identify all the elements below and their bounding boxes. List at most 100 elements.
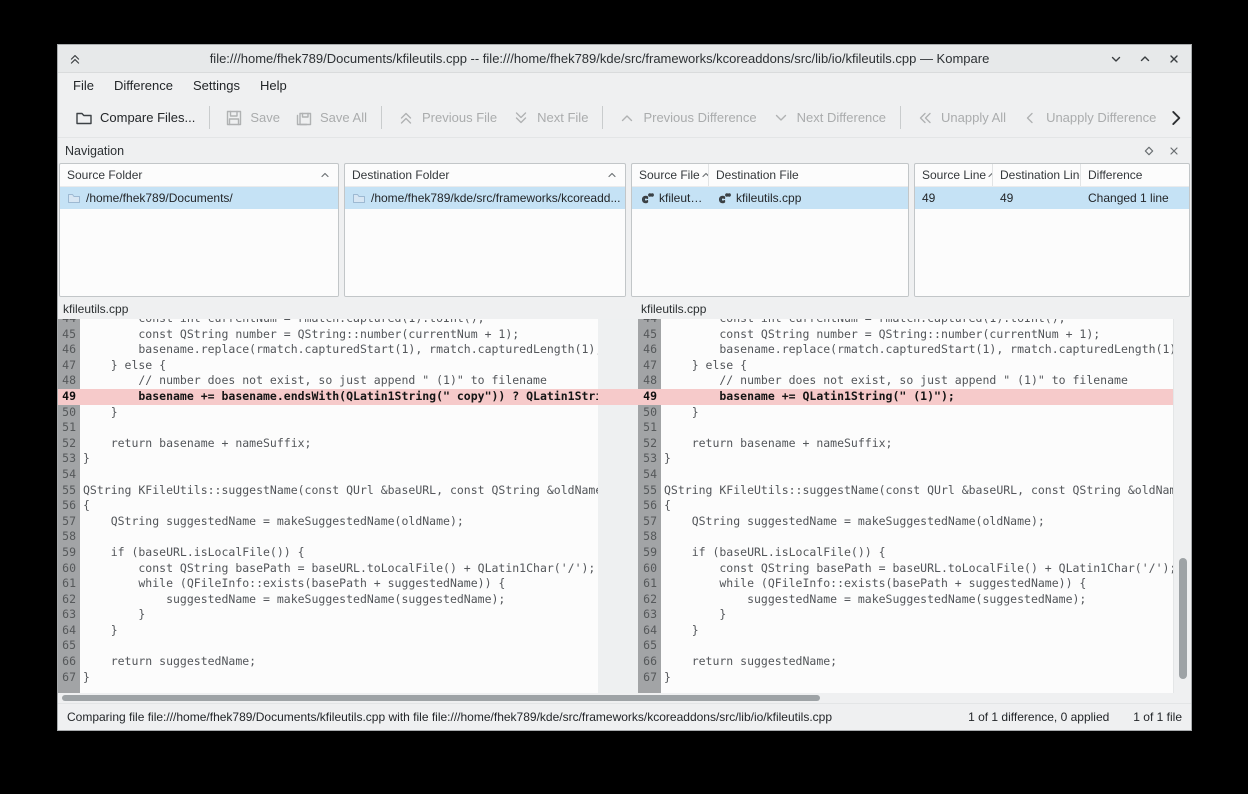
line-number: 62 <box>638 592 661 608</box>
code-text: } <box>661 623 699 639</box>
code-line-left-47: 47 } else { <box>58 358 598 374</box>
sort-ascending-icon <box>319 169 331 181</box>
code-line-right-56: 56{ <box>638 498 1173 514</box>
destination-line-value: 49 <box>1000 191 1013 205</box>
previous-difference-button[interactable]: Previous Difference <box>610 103 763 133</box>
code-text <box>661 420 664 436</box>
unapply-difference-label: Unapply Difference <box>1046 110 1156 125</box>
source-folder-header[interactable]: Source Folder <box>60 164 338 186</box>
titlebar[interactable]: file:///home/fhek789/Documents/kfileutil… <box>58 45 1191 73</box>
line-number: 52 <box>638 436 661 452</box>
line-number: 52 <box>58 436 80 452</box>
line-number: 48 <box>58 373 80 389</box>
list-empty-area <box>632 209 908 296</box>
code-line-right-45: 45 const QString number = QString::numbe… <box>638 327 1173 343</box>
close-button[interactable] <box>1166 51 1182 67</box>
save-button[interactable]: Save <box>217 103 287 133</box>
source-file-header[interactable]: Source File <box>632 164 709 186</box>
code-text: // number does not exist, so just append… <box>80 373 547 389</box>
toolbar-overflow-button[interactable] <box>1163 103 1189 133</box>
code-line-right-67: 67} <box>638 670 1173 686</box>
code-line-right-62: 62 suggestedName = makeSuggestedName(sug… <box>638 592 1173 608</box>
code-text: } <box>661 451 671 467</box>
source-line-header[interactable]: Source Line <box>915 164 993 186</box>
toolbar: Compare Files... Save Save All Pr <box>58 98 1191 138</box>
destination-file-header[interactable]: Destination File <box>709 164 908 186</box>
next-file-button[interactable]: Next File <box>504 103 595 133</box>
line-number: 63 <box>58 607 80 623</box>
destination-folder-value: /home/fhek789/kde/src/frameworks/kcoread… <box>371 191 620 205</box>
maximize-button[interactable] <box>1137 51 1153 67</box>
navigation-panel: Source Folder /home/fhek789/Documents/ <box>58 163 1191 297</box>
code-line-right-66: 66 return suggestedName; <box>638 654 1173 670</box>
line-number: 67 <box>638 670 661 686</box>
line-number: 65 <box>58 638 80 654</box>
kompare-window: file:///home/fhek789/Documents/kfileutil… <box>57 44 1192 731</box>
destination-line-header[interactable]: Destination Line <box>993 164 1081 186</box>
previous-file-button[interactable]: Previous File <box>389 103 504 133</box>
difference-header[interactable]: Difference <box>1081 164 1189 186</box>
float-panel-icon[interactable] <box>1142 144 1156 158</box>
line-number: 67 <box>58 670 80 686</box>
code-text: } <box>80 607 145 623</box>
code-line-right-50: 50 } <box>638 405 1173 421</box>
compare-files-button[interactable]: Compare Files... <box>67 103 202 133</box>
unapply-all-button[interactable]: Unapply All <box>908 103 1013 133</box>
vertical-scrollbar[interactable] <box>1173 319 1191 693</box>
menu-settings[interactable]: Settings <box>183 76 250 95</box>
line-number: 63 <box>638 607 661 623</box>
save-all-icon <box>294 108 314 128</box>
svg-text:c: c <box>642 193 649 206</box>
code-line-left-55: 55QString KFileUtils::suggestName(const … <box>58 483 598 499</box>
toolbar-separator <box>381 106 382 129</box>
unapply-difference-button[interactable]: Unapply Difference <box>1013 103 1163 133</box>
code-text: } <box>80 451 90 467</box>
code-text <box>661 467 664 483</box>
line-number: 56 <box>58 498 80 514</box>
sort-ascending-icon <box>606 169 618 181</box>
source-folder-row[interactable]: /home/fhek789/Documents/ <box>60 187 338 209</box>
line-number: 54 <box>638 467 661 483</box>
file-row[interactable]: c kfileutils.c... c kfileutils.cpp <box>632 187 908 209</box>
save-all-button[interactable]: Save All <box>287 103 374 133</box>
code-line-right-46: 46 basename.replace(rmatch.capturedStart… <box>638 342 1173 358</box>
statusbar: Comparing file file:///home/fhek789/Docu… <box>58 703 1191 730</box>
line-number: 66 <box>58 654 80 670</box>
line-number: 65 <box>638 638 661 654</box>
code-line-right-49[interactable]: 49 basename += QLatin1String(" (1)"); <box>638 389 1173 405</box>
menu-help[interactable]: Help <box>250 76 297 95</box>
code-line-right-64: 64 } <box>638 623 1173 639</box>
unapply-all-label: Unapply All <box>941 110 1006 125</box>
code-text: const QString basePath = baseURL.toLocal… <box>661 561 1173 577</box>
menu-file[interactable]: File <box>63 76 104 95</box>
close-panel-icon[interactable] <box>1167 144 1181 158</box>
destination-code-pane: 44 const int currentNum = rmatch.capture… <box>638 319 1173 693</box>
horizontal-scrollbar[interactable] <box>58 693 1191 703</box>
file-list: Source File Destination File c kf <box>631 163 909 297</box>
code-line-left-45: 45 const QString number = QString::numbe… <box>58 327 598 343</box>
line-number: 60 <box>58 561 80 577</box>
destination-folder-row[interactable]: /home/fhek789/kde/src/frameworks/kcoread… <box>345 187 625 209</box>
destination-folder-header[interactable]: Destination Folder <box>345 164 625 186</box>
next-difference-button[interactable]: Next Difference <box>764 103 893 133</box>
double-chevron-up-icon <box>396 108 416 128</box>
code-line-left-48: 48 // number does not exist, so just app… <box>58 373 598 389</box>
code-line-left-61: 61 while (QFileInfo::exists(basePath + s… <box>58 576 598 592</box>
line-number: 59 <box>58 545 80 561</box>
line-number: 57 <box>58 514 80 530</box>
code-text: } else { <box>661 358 747 374</box>
destination-file-header-label: Destination File <box>716 168 799 182</box>
list-empty-area <box>345 209 625 296</box>
vertical-scrollbar-thumb[interactable] <box>1179 558 1187 679</box>
code-line-right-57: 57 QString suggestedName = makeSuggested… <box>638 514 1173 530</box>
minimize-button[interactable] <box>1108 51 1124 67</box>
diff-connector <box>598 319 638 693</box>
menu-difference[interactable]: Difference <box>104 76 183 95</box>
code-text: const int currentNum = rmatch.captured(1… <box>80 319 485 327</box>
line-number: 57 <box>638 514 661 530</box>
horizontal-scrollbar-thumb[interactable] <box>62 695 820 701</box>
code-line-left-49[interactable]: 49 basename += basename.endsWith(QLatin1… <box>58 389 598 405</box>
code-line-left-53: 53} <box>58 451 598 467</box>
change-row[interactable]: 49 49 Changed 1 line <box>915 187 1189 209</box>
code-text: { <box>80 498 90 514</box>
